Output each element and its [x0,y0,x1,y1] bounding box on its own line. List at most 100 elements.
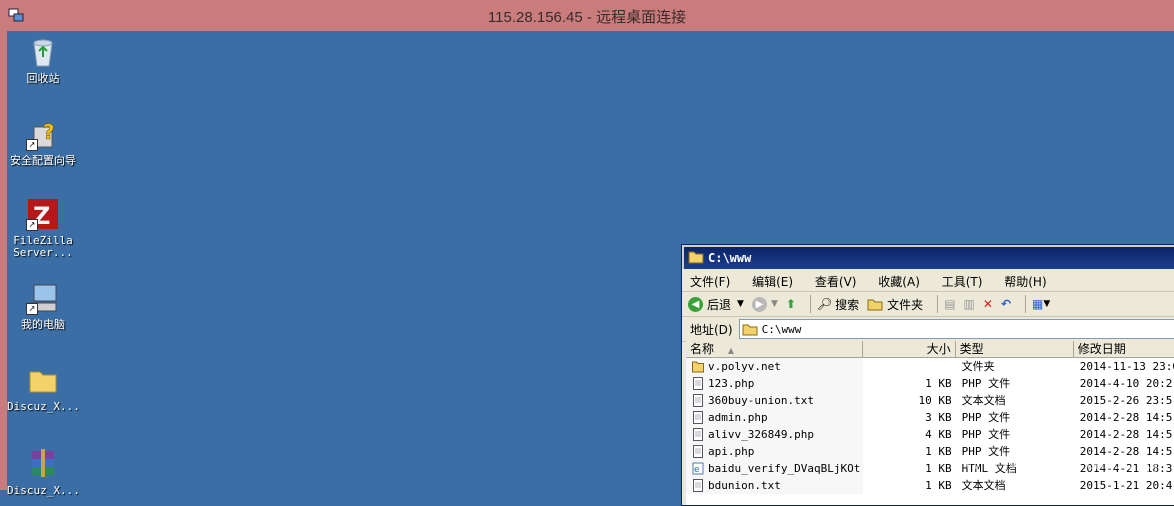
file-type: 文件夹 [961,360,995,373]
undo-icon: ↶ [1000,297,1011,311]
file-row[interactable]: v.polyv.net 文件夹 2014-11-13 23:0 [686,358,1174,375]
menu-favorites[interactable]: 收藏(A) [878,273,920,290]
file-name-cell[interactable]: 123.php [686,375,864,392]
chevron-down-icon[interactable]: ▼ [771,299,778,309]
shortcut-arrow-icon: ↗ [26,303,38,315]
file-name-cell[interactable]: alivv_326849.php [686,426,864,443]
toolbar: ◀ 后退 ▼ ▶ ▼ ⬆ 🔎︎ 搜索 文件夹 ▤ ▥ ✕ ↶ ▦ ▼ [682,292,1174,317]
up-folder-button[interactable]: ⬆ [786,297,796,311]
address-input[interactable]: C:\www [738,319,1174,339]
menu-view[interactable]: 查看(V) [815,273,857,290]
shortcut-arrow-icon: ↗ [26,219,38,231]
file-type: 文本文档 [961,479,1006,492]
file-name-cell[interactable]: admin.php [686,409,864,426]
file-row[interactable]: bdunion.txt 1 KB 文本文档 2015-1-21 20:4 [686,477,1174,494]
forward-arrow-icon: ▶ [751,296,767,312]
file-name-cell[interactable]: 360buy-union.txt [686,392,864,409]
file-size: 1 KB [925,462,952,475]
security-wizard-icon: ? ↗ [26,117,60,151]
folders-button[interactable]: 文件夹 [867,296,923,313]
recycle-bin-icon [26,35,60,69]
file-name-cell[interactable]: v.polyv.net [686,358,864,375]
file-name-cell[interactable]: api.php [686,443,864,460]
file-name: v.polyv.net [708,360,781,373]
file-type: PHP 文件 [961,428,1011,441]
search-label: 搜索 [835,297,860,312]
file-type: PHP 文件 [961,377,1011,390]
filezilla-icon: Z ↗ [26,197,60,231]
watermark: www.wooyun.org [964,448,1160,475]
menu-tools[interactable]: 工具(T) [942,273,983,290]
file-type: 文本文档 [961,394,1006,407]
file-icon [693,377,703,390]
file-icon [693,394,703,407]
column-header-size[interactable]: 大小 [863,341,956,357]
toolbar-separator [1025,295,1026,313]
search-icon: 🔎︎ [816,297,833,311]
delete-button[interactable]: ✕ [983,297,993,311]
address-bar: 地址(D) C:\www [682,317,1174,342]
copy-icon: ▥ [963,297,975,311]
folder-icon [742,324,758,335]
menu-help[interactable]: 帮助(H) [1004,273,1046,290]
file-name: baidu_verify_DVaqBLjKOt... [708,462,864,475]
menu-edit[interactable]: 编辑(E) [752,273,793,290]
file-icon [693,411,703,424]
desktop-icon-security-wizard[interactable]: ? ↗ 安全配置向导 [7,117,79,167]
explorer-title-bar[interactable]: C:\www [682,245,1174,269]
column-header-type[interactable]: 类型 [956,341,1074,357]
column-header-name[interactable]: 名称 ▲ [686,341,864,357]
file-date: 2014-2-28 14:5 [1079,411,1173,424]
file-name: api.php [708,445,755,458]
undo-button[interactable]: ↶ [1001,297,1011,311]
explorer-title: C:\www [708,251,752,265]
back-label: 后退 [707,297,732,312]
file-date: 2015-1-21 20:4 [1079,479,1173,492]
folder-icon [867,299,883,310]
file-list: 名称 ▲ 大小 类型 修改日期 v.polyv.net 文件夹 2014-11-13… [686,341,1174,505]
views-button[interactable]: ▦ ▼ [1032,297,1050,311]
file-size: 10 KB [918,394,952,407]
file-size [863,358,956,375]
search-button[interactable]: 🔎︎ 搜索 [817,296,859,313]
delete-x-icon: ✕ [982,297,993,311]
desktop-icon-filezilla[interactable]: Z ↗ FileZilla Server... [7,197,79,259]
winrar-icon [26,447,60,481]
desktop-icon-label: FileZilla Server... [13,234,73,259]
file-icon [693,445,703,458]
file-name: 360buy-union.txt [708,394,814,407]
copy-to-button[interactable]: ▥ [964,297,975,311]
file-row[interactable]: 360buy-union.txt 10 KB 文本文档 2015-2-26 23:5 [686,392,1174,409]
file-date: 2015-2-26 23:5 [1079,394,1173,407]
file-row[interactable]: 123.php 1 KB PHP 文件 2014-4-10 20:2 [686,375,1174,392]
svg-text:?: ? [43,120,55,144]
desktop-icon-discuz-folder[interactable]: Discuz_X... [7,363,80,413]
forward-button[interactable]: ▶ ▼ [751,296,778,312]
file-date: 2014-2-28 14:5 [1079,428,1173,441]
file-name: alivv_326849.php [708,428,814,441]
file-size: 1 KB [925,445,952,458]
toolbar-separator [937,295,939,313]
file-name: 123.php [708,377,755,390]
file-date: 2014-4-10 20:2 [1079,377,1173,390]
back-button[interactable]: ◀ 后退 ▼ [688,296,744,313]
file-type: PHP 文件 [961,411,1011,424]
move-to-button[interactable]: ▤ [944,297,955,311]
file-row[interactable]: admin.php 3 KB PHP 文件 2014-2-28 14:5 [686,409,1174,426]
menu-file[interactable]: 文件(F) [690,273,730,290]
desktop-icon-label: 安全配置向导 [10,154,76,167]
chevron-down-icon[interactable]: ▼ [737,299,744,309]
back-arrow-icon: ◀ [688,296,703,312]
desktop-icon-label: Discuz_X... [7,484,80,497]
desktop-icon-label: 回收站 [26,72,60,85]
file-size: 1 KB [925,479,952,492]
file-name-cell[interactable]: e baidu_verify_DVaqBLjKOt... [686,460,864,477]
remote-desktop: 回收站 ? ↗ 安全配置向导 Z ↗ FileZilla Server... ↗… [7,31,1174,506]
file-name-cell[interactable]: bdunion.txt [686,477,864,494]
file-row[interactable]: alivv_326849.php 4 KB PHP 文件 2014-2-28 14:5 [686,426,1174,443]
folder-icon [688,251,704,264]
rdp-title: 115.28.156.45 - 远程桌面连接 [487,9,687,26]
column-header-date[interactable]: 修改日期 [1074,341,1174,357]
desktop-icon-my-computer[interactable]: ↗ 我的电脑 [7,281,79,331]
desktop-icon-recycle-bin[interactable]: 回收站 [7,35,79,85]
